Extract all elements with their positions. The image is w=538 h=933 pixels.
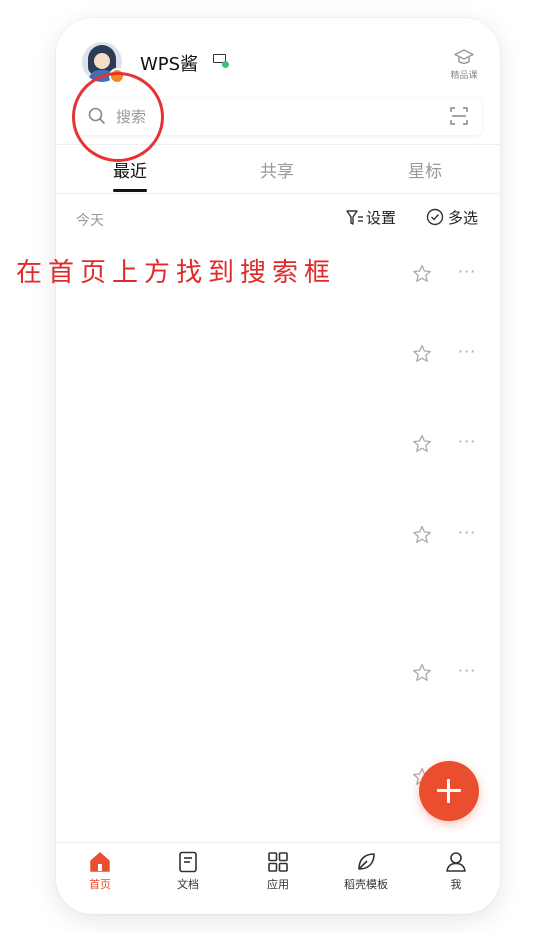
course-button[interactable]: 精品课	[444, 48, 484, 81]
star-icon[interactable]	[412, 525, 432, 545]
nav-apps-label: 应用	[267, 878, 289, 891]
nav-templates-label: 稻壳模板	[344, 878, 388, 891]
document-icon	[179, 851, 197, 873]
filter-settings-label: 设置	[366, 209, 397, 227]
user-icon	[446, 852, 466, 872]
bottom-nav: 首页 文档 应用 稻壳模板 我	[56, 842, 500, 914]
nav-me[interactable]: 我	[426, 851, 486, 892]
username[interactable]: WPS酱	[140, 50, 198, 76]
multiselect-button[interactable]: 多选	[426, 207, 478, 228]
device-online-icon[interactable]	[213, 54, 229, 68]
more-options-icon[interactable]: ···	[458, 262, 476, 281]
nav-documents[interactable]: 文档	[158, 851, 218, 892]
graduation-cap-icon	[454, 49, 474, 64]
filter-icon	[346, 210, 363, 225]
create-new-button[interactable]	[419, 761, 479, 821]
star-icon[interactable]	[412, 434, 432, 454]
list-item[interactable]: ···	[56, 655, 500, 695]
more-options-icon[interactable]: ···	[458, 342, 476, 361]
nav-home[interactable]: 首页	[70, 851, 130, 892]
multiselect-label: 多选	[448, 209, 479, 227]
tab-starred[interactable]: 星标	[408, 157, 442, 182]
apps-grid-icon	[268, 852, 288, 872]
tab-shared[interactable]: 共享	[260, 157, 294, 182]
nav-me-label: 我	[450, 878, 462, 891]
nav-documents-label: 文档	[177, 878, 199, 891]
nav-apps[interactable]: 应用	[248, 851, 308, 892]
star-icon[interactable]	[412, 344, 432, 364]
annotation-instruction-text: 在首页上方找到搜索框	[16, 258, 337, 288]
check-circle-icon	[426, 208, 444, 226]
nav-home-label: 首页	[89, 878, 111, 891]
home-icon	[90, 852, 110, 872]
leaf-icon	[358, 853, 375, 870]
more-options-icon[interactable]: ···	[458, 432, 476, 451]
section-label-today: 今天	[76, 213, 104, 229]
nav-templates[interactable]: 稻壳模板	[336, 851, 396, 892]
more-options-icon[interactable]: ···	[458, 523, 476, 542]
tab-active-indicator	[113, 189, 147, 192]
course-label: 精品课	[450, 71, 478, 81]
list-item[interactable]: ···	[56, 426, 500, 466]
list-item[interactable]: ···	[56, 336, 500, 376]
annotation-highlight-circle	[72, 72, 164, 162]
star-icon[interactable]	[412, 663, 432, 683]
filter-settings-button[interactable]: 设置	[346, 207, 396, 228]
scan-icon[interactable]	[450, 107, 468, 125]
list-item[interactable]: ···	[56, 517, 500, 557]
star-icon[interactable]	[412, 264, 432, 284]
more-options-icon[interactable]: ···	[458, 661, 476, 680]
